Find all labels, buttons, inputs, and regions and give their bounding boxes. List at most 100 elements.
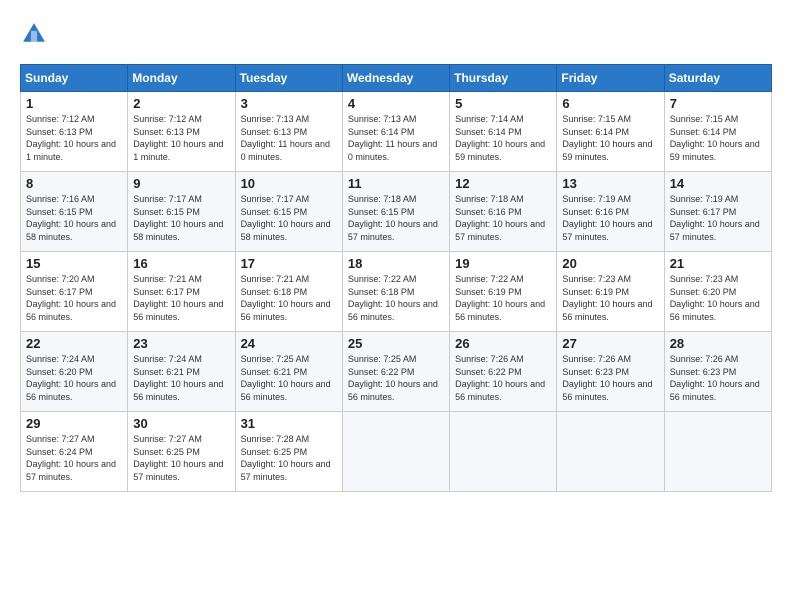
day-number: 28 [670,336,766,351]
calendar-cell: 26 Sunrise: 7:26 AMSunset: 6:22 PMDaylig… [450,332,557,412]
calendar-week-row: 22 Sunrise: 7:24 AMSunset: 6:20 PMDaylig… [21,332,772,412]
day-info: Sunrise: 7:17 AMSunset: 6:15 PMDaylight:… [133,194,223,242]
logo [20,20,52,48]
calendar-cell: 23 Sunrise: 7:24 AMSunset: 6:21 PMDaylig… [128,332,235,412]
day-number: 26 [455,336,551,351]
day-number: 4 [348,96,444,111]
calendar-cell: 4 Sunrise: 7:13 AMSunset: 6:14 PMDayligh… [342,92,449,172]
weekday-header: Sunday [21,65,128,92]
calendar-cell: 8 Sunrise: 7:16 AMSunset: 6:15 PMDayligh… [21,172,128,252]
calendar-body: 1 Sunrise: 7:12 AMSunset: 6:13 PMDayligh… [21,92,772,492]
calendar-cell: 1 Sunrise: 7:12 AMSunset: 6:13 PMDayligh… [21,92,128,172]
calendar-cell: 9 Sunrise: 7:17 AMSunset: 6:15 PMDayligh… [128,172,235,252]
day-number: 5 [455,96,551,111]
calendar-cell: 14 Sunrise: 7:19 AMSunset: 6:17 PMDaylig… [664,172,771,252]
calendar-cell: 17 Sunrise: 7:21 AMSunset: 6:18 PMDaylig… [235,252,342,332]
calendar-cell: 12 Sunrise: 7:18 AMSunset: 6:16 PMDaylig… [450,172,557,252]
calendar-table: SundayMondayTuesdayWednesdayThursdayFrid… [20,64,772,492]
calendar-cell: 15 Sunrise: 7:20 AMSunset: 6:17 PMDaylig… [21,252,128,332]
day-info: Sunrise: 7:26 AMSunset: 6:23 PMDaylight:… [670,354,760,402]
calendar-cell: 7 Sunrise: 7:15 AMSunset: 6:14 PMDayligh… [664,92,771,172]
day-info: Sunrise: 7:15 AMSunset: 6:14 PMDaylight:… [562,114,652,162]
calendar-cell: 5 Sunrise: 7:14 AMSunset: 6:14 PMDayligh… [450,92,557,172]
day-info: Sunrise: 7:15 AMSunset: 6:14 PMDaylight:… [670,114,760,162]
day-number: 16 [133,256,229,271]
weekday-header: Wednesday [342,65,449,92]
day-info: Sunrise: 7:16 AMSunset: 6:15 PMDaylight:… [26,194,116,242]
day-info: Sunrise: 7:12 AMSunset: 6:13 PMDaylight:… [133,114,223,162]
day-number: 31 [241,416,337,431]
day-info: Sunrise: 7:26 AMSunset: 6:23 PMDaylight:… [562,354,652,402]
calendar-cell [664,412,771,492]
day-info: Sunrise: 7:26 AMSunset: 6:22 PMDaylight:… [455,354,545,402]
day-number: 19 [455,256,551,271]
day-info: Sunrise: 7:14 AMSunset: 6:14 PMDaylight:… [455,114,545,162]
calendar-cell: 16 Sunrise: 7:21 AMSunset: 6:17 PMDaylig… [128,252,235,332]
calendar-cell: 28 Sunrise: 7:26 AMSunset: 6:23 PMDaylig… [664,332,771,412]
calendar-cell: 13 Sunrise: 7:19 AMSunset: 6:16 PMDaylig… [557,172,664,252]
day-number: 12 [455,176,551,191]
calendar-cell [342,412,449,492]
logo-icon [20,20,48,48]
day-number: 13 [562,176,658,191]
day-number: 20 [562,256,658,271]
day-number: 1 [26,96,122,111]
day-number: 14 [670,176,766,191]
page-header [20,20,772,48]
day-info: Sunrise: 7:23 AMSunset: 6:20 PMDaylight:… [670,274,760,322]
day-number: 7 [670,96,766,111]
day-number: 23 [133,336,229,351]
day-number: 11 [348,176,444,191]
day-info: Sunrise: 7:17 AMSunset: 6:15 PMDaylight:… [241,194,331,242]
day-number: 3 [241,96,337,111]
day-number: 29 [26,416,122,431]
day-number: 18 [348,256,444,271]
calendar-cell: 20 Sunrise: 7:23 AMSunset: 6:19 PMDaylig… [557,252,664,332]
calendar-cell: 2 Sunrise: 7:12 AMSunset: 6:13 PMDayligh… [128,92,235,172]
calendar-cell: 6 Sunrise: 7:15 AMSunset: 6:14 PMDayligh… [557,92,664,172]
calendar-cell: 24 Sunrise: 7:25 AMSunset: 6:21 PMDaylig… [235,332,342,412]
day-number: 25 [348,336,444,351]
weekday-header: Thursday [450,65,557,92]
day-info: Sunrise: 7:13 AMSunset: 6:13 PMDaylight:… [241,114,330,162]
day-number: 27 [562,336,658,351]
weekday-header: Monday [128,65,235,92]
calendar-cell: 22 Sunrise: 7:24 AMSunset: 6:20 PMDaylig… [21,332,128,412]
calendar-week-row: 15 Sunrise: 7:20 AMSunset: 6:17 PMDaylig… [21,252,772,332]
weekday-header: Tuesday [235,65,342,92]
calendar-cell: 29 Sunrise: 7:27 AMSunset: 6:24 PMDaylig… [21,412,128,492]
calendar-cell: 3 Sunrise: 7:13 AMSunset: 6:13 PMDayligh… [235,92,342,172]
day-number: 10 [241,176,337,191]
calendar-cell: 27 Sunrise: 7:26 AMSunset: 6:23 PMDaylig… [557,332,664,412]
day-number: 22 [26,336,122,351]
calendar-cell: 21 Sunrise: 7:23 AMSunset: 6:20 PMDaylig… [664,252,771,332]
day-number: 2 [133,96,229,111]
calendar-week-row: 1 Sunrise: 7:12 AMSunset: 6:13 PMDayligh… [21,92,772,172]
day-info: Sunrise: 7:24 AMSunset: 6:20 PMDaylight:… [26,354,116,402]
calendar-cell: 30 Sunrise: 7:27 AMSunset: 6:25 PMDaylig… [128,412,235,492]
weekday-header: Friday [557,65,664,92]
day-number: 30 [133,416,229,431]
day-info: Sunrise: 7:18 AMSunset: 6:16 PMDaylight:… [455,194,545,242]
day-info: Sunrise: 7:22 AMSunset: 6:19 PMDaylight:… [455,274,545,322]
day-number: 6 [562,96,658,111]
calendar-cell: 25 Sunrise: 7:25 AMSunset: 6:22 PMDaylig… [342,332,449,412]
weekday-header: Saturday [664,65,771,92]
calendar-cell: 19 Sunrise: 7:22 AMSunset: 6:19 PMDaylig… [450,252,557,332]
calendar-header: SundayMondayTuesdayWednesdayThursdayFrid… [21,65,772,92]
day-info: Sunrise: 7:28 AMSunset: 6:25 PMDaylight:… [241,434,331,482]
day-info: Sunrise: 7:27 AMSunset: 6:24 PMDaylight:… [26,434,116,482]
calendar-cell: 18 Sunrise: 7:22 AMSunset: 6:18 PMDaylig… [342,252,449,332]
calendar-cell: 10 Sunrise: 7:17 AMSunset: 6:15 PMDaylig… [235,172,342,252]
day-number: 24 [241,336,337,351]
calendar-week-row: 8 Sunrise: 7:16 AMSunset: 6:15 PMDayligh… [21,172,772,252]
day-info: Sunrise: 7:23 AMSunset: 6:19 PMDaylight:… [562,274,652,322]
day-info: Sunrise: 7:25 AMSunset: 6:21 PMDaylight:… [241,354,331,402]
day-info: Sunrise: 7:20 AMSunset: 6:17 PMDaylight:… [26,274,116,322]
day-info: Sunrise: 7:22 AMSunset: 6:18 PMDaylight:… [348,274,438,322]
calendar-cell [557,412,664,492]
calendar-cell [450,412,557,492]
day-info: Sunrise: 7:21 AMSunset: 6:18 PMDaylight:… [241,274,331,322]
day-info: Sunrise: 7:27 AMSunset: 6:25 PMDaylight:… [133,434,223,482]
day-info: Sunrise: 7:24 AMSunset: 6:21 PMDaylight:… [133,354,223,402]
